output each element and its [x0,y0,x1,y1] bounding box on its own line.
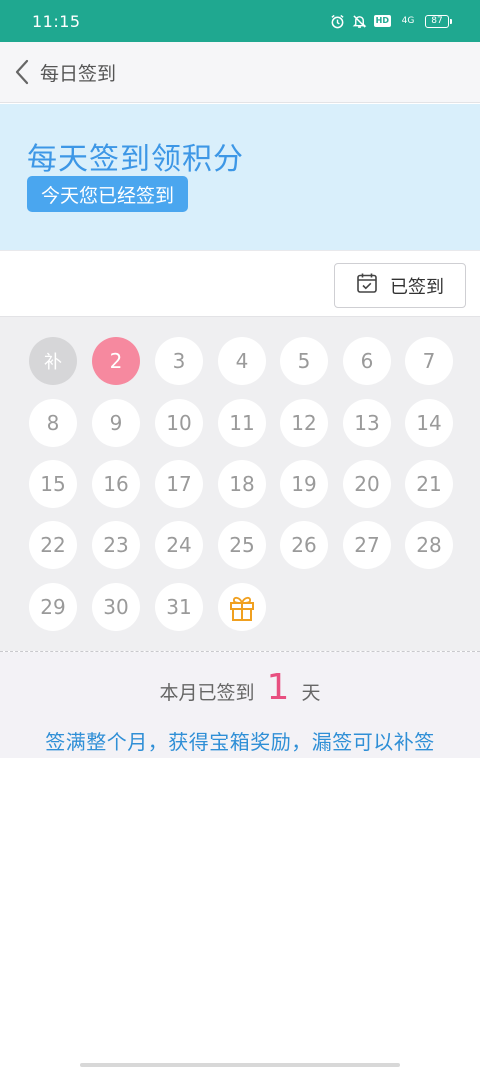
calendar-day[interactable]: 8 [29,399,77,447]
calendar-day[interactable]: 24 [155,521,203,569]
calendar-day[interactable]: 3 [155,337,203,385]
calendar-day[interactable]: 18 [218,460,266,508]
signed-in-label: 已签到 [390,276,444,298]
calendar-day[interactable]: 27 [343,521,391,569]
calendar-day[interactable]: 20 [343,460,391,508]
calendar-grid: 补 2 3 4 5 6 7 8 9 10 11 12 13 14 15 16 17 18 19 20 21 22 23 24 2… [0,316,480,651]
status-time: 11:15 [32,11,81,31]
calendar-check-icon [356,272,378,299]
calendar-day[interactable]: 13 [343,399,391,447]
calendar-day[interactable]: 10 [155,399,203,447]
calendar-day[interactable]: 4 [218,337,266,385]
calendar-day[interactable]: 23 [92,521,140,569]
page-title: 每日签到 [40,62,117,85]
calendar-day[interactable]: 26 [280,521,328,569]
checkin-summary: 本月已签到 1 天 签满整个月，获得宝箱奖励，漏签可以补签 [0,652,480,758]
calendar-day-signed[interactable]: 2 [92,337,140,385]
calendar-day[interactable]: 31 [155,583,203,631]
home-indicator [80,1063,400,1067]
monthly-count-line: 本月已签到 1 天 [0,670,480,706]
network-type: 4G [401,15,415,26]
calendar-day[interactable]: 17 [155,460,203,508]
chevron-left-icon [14,58,34,86]
banner-title: 每天签到领积分 [27,142,244,177]
app-bar: 每日签到 [0,42,480,103]
signed-in-button[interactable]: 已签到 [334,263,466,308]
calendar-day[interactable]: 28 [405,521,453,569]
status-icons: HD 4G 87 [330,13,452,29]
calendar-day[interactable]: 21 [405,460,453,508]
action-row: 已签到 [0,250,480,316]
hd-icon: HD [373,15,391,27]
calendar-day[interactable]: 22 [29,521,77,569]
calendar-day[interactable]: 14 [405,399,453,447]
back-button[interactable]: 每日签到 [14,58,116,86]
status-bar: 11:15 HD 4G 87 [0,0,480,42]
makeup-signin-button[interactable]: 补 [29,337,77,385]
checkin-count: 1 [266,667,290,708]
calendar-day[interactable]: 7 [405,337,453,385]
calendar-day[interactable]: 9 [92,399,140,447]
reward-note: 签满整个月，获得宝箱奖励，漏签可以补签 [45,730,435,754]
calendar-day[interactable]: 29 [29,583,77,631]
mute-icon [352,13,368,29]
calendar-day[interactable]: 19 [280,460,328,508]
calendar-day[interactable]: 11 [218,399,266,447]
signal-icon: 4G [397,13,419,29]
calendar-day[interactable]: 12 [280,399,328,447]
calendar-day[interactable]: 25 [218,521,266,569]
calendar-day[interactable]: 16 [92,460,140,508]
checked-in-badge: 今天您已经签到 [27,176,189,212]
gift-icon[interactable] [218,583,266,631]
battery-icon: 87 [425,14,452,28]
calendar-day[interactable]: 5 [280,337,328,385]
count-prefix: 本月已签到 [159,682,255,704]
checkin-banner: 每天签到领积分 今天您已经签到 [0,104,480,250]
battery-level: 87 [425,14,449,28]
calendar-day[interactable]: 30 [92,583,140,631]
calendar-day[interactable]: 15 [29,460,77,508]
alarm-icon [330,13,346,29]
count-suffix: 天 [301,682,321,704]
battery-tip [450,18,452,24]
calendar-day[interactable]: 6 [343,337,391,385]
